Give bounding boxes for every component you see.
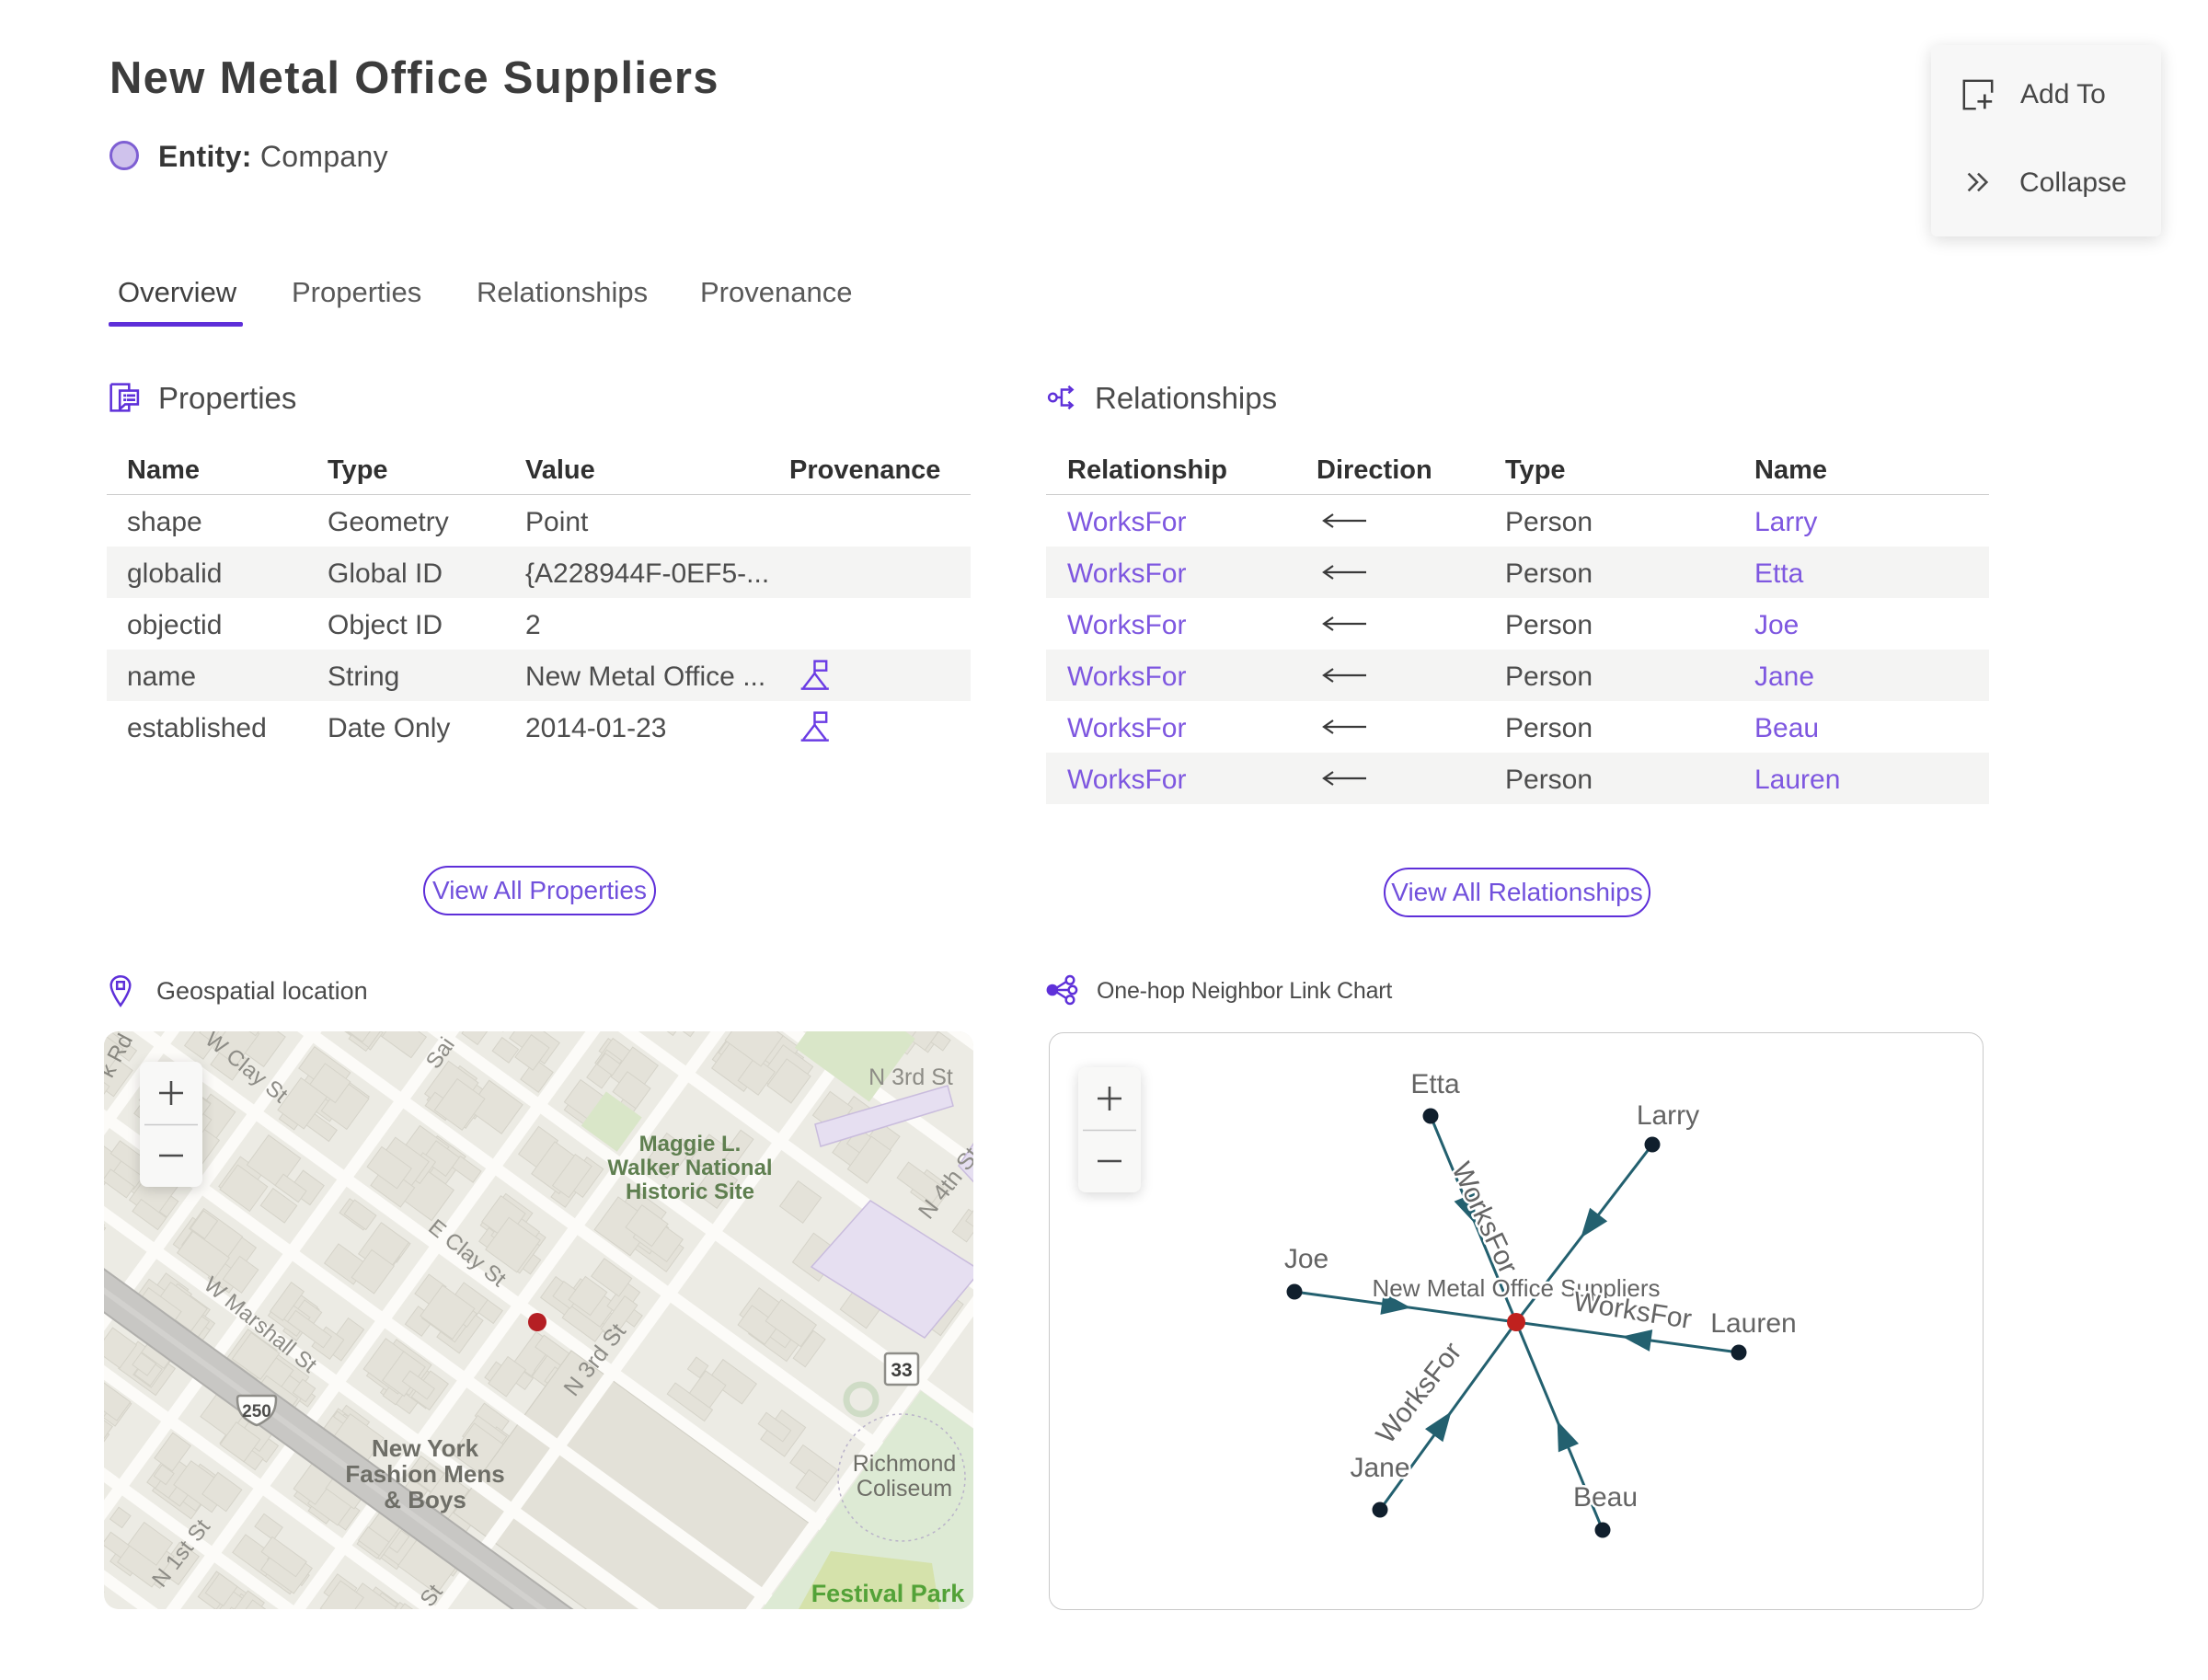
svg-text:250: 250 [242,1402,271,1421]
svg-text:Beau: Beau [1573,1482,1638,1513]
svg-text:Festival Park: Festival Park [811,1580,966,1607]
svg-text:Richmond: Richmond [853,1451,957,1477]
svg-text:Joe: Joe [1284,1244,1328,1274]
svg-text:33: 33 [891,1360,912,1381]
svg-text:Fashion Mens: Fashion Mens [345,1460,504,1488]
svg-text:Larry: Larry [1637,1100,1699,1131]
svg-text:Maggie L.: Maggie L. [639,1132,742,1156]
svg-text:Walker National: Walker National [607,1156,772,1180]
svg-text:Historic Site: Historic Site [626,1179,754,1204]
svg-text:WorksFor: WorksFor [1371,1337,1468,1449]
svg-text:Lauren: Lauren [1710,1308,1796,1339]
svg-text:& Boys: & Boys [384,1486,466,1513]
svg-text:WorksFor: WorksFor [1445,1157,1524,1278]
svg-text:New York: New York [372,1434,479,1462]
svg-text:N 3rd St: N 3rd St [868,1064,953,1090]
svg-text:Coliseum: Coliseum [857,1476,952,1502]
svg-text:Jane: Jane [1350,1453,1409,1483]
svg-text:Etta: Etta [1410,1069,1460,1099]
